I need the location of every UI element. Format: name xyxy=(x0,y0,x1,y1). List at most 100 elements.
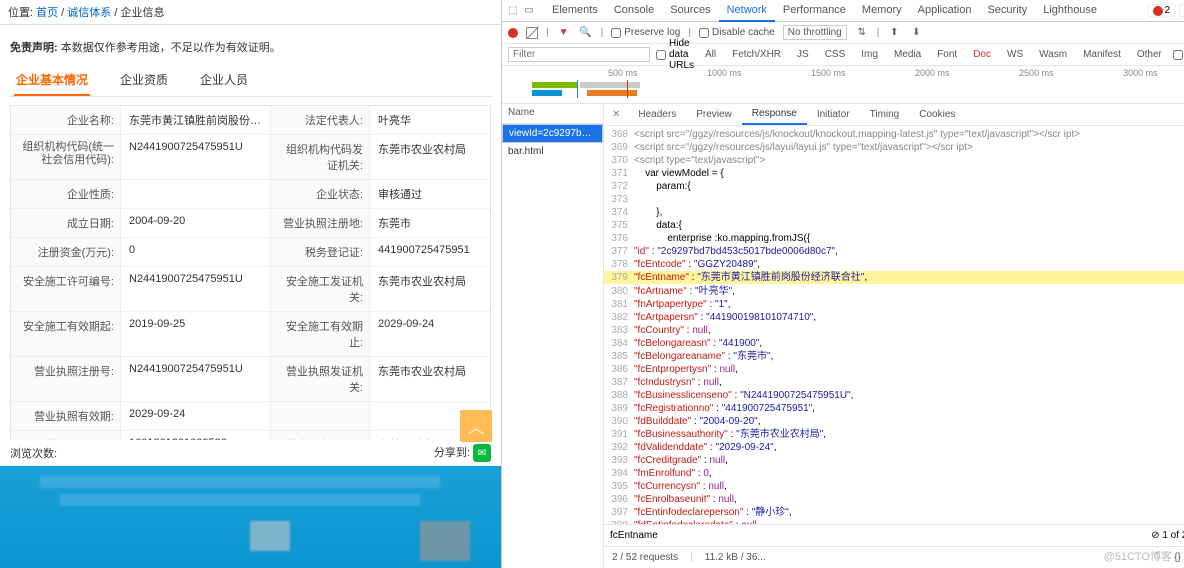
upload-icon[interactable]: ⬆ xyxy=(887,26,901,40)
val-safeauth: 东莞市农业农村局 xyxy=(370,267,490,311)
lbl-acct: 基本账户账号: xyxy=(11,431,121,440)
waterfall[interactable]: 500 ms 1000 ms 1500 ms 2000 ms 2500 ms 3… xyxy=(502,66,1184,104)
tab-elements[interactable]: Elements xyxy=(544,0,606,22)
detail-tabs: ✕ Headers Preview Response Initiator Tim… xyxy=(604,104,1184,126)
disclaimer-text: 本数据仅作参考用途，不足以作为有效证明。 xyxy=(61,42,281,54)
throttle-select[interactable]: No throttling xyxy=(783,25,847,40)
request-1[interactable]: viewId=2c9297bd7bd453... xyxy=(502,124,603,143)
device-icon[interactable]: ▭ xyxy=(522,4,536,18)
lbl-status: 企业状态: xyxy=(270,180,370,208)
pill-wasm[interactable]: Wasm xyxy=(1034,48,1072,61)
error-badge[interactable]: 2 xyxy=(1148,4,1175,17)
lbl-empty xyxy=(270,402,370,430)
tab-application[interactable]: Application xyxy=(910,0,980,22)
val-rep: 叶亮华 xyxy=(370,106,490,134)
scroll-top-button[interactable]: ︿ xyxy=(460,410,492,442)
pill-ws[interactable]: WS xyxy=(1002,48,1028,61)
dtab-timing[interactable]: Timing xyxy=(860,105,910,124)
pill-manifest[interactable]: Manifest xyxy=(1078,48,1126,61)
tab-security[interactable]: Security xyxy=(979,0,1035,22)
filter-icon[interactable]: ▼ xyxy=(557,26,571,40)
lbl-name: 企业名称: xyxy=(11,106,121,134)
tick: 1500 ms xyxy=(811,68,846,78)
lbl-regaddr: 营业执照注册地: xyxy=(270,209,370,237)
tick: 2000 ms xyxy=(915,68,950,78)
val-org: N2441900725475951U xyxy=(121,135,270,179)
tick: 3000 ms xyxy=(1123,68,1158,78)
lbl-nature: 企业性质: xyxy=(11,180,121,208)
tab-lighthouse[interactable]: Lighthouse xyxy=(1035,0,1105,22)
filter-row: Hide data URLs All Fetch/XHR JS CSS Img … xyxy=(502,44,1184,66)
pill-img[interactable]: Img xyxy=(856,48,883,61)
tick: 1000 ms xyxy=(707,68,742,78)
lbl-orgauth: 组织机构代码发证机关: xyxy=(270,135,370,179)
val-nature xyxy=(121,180,270,208)
val-orgauth: 东莞市农业农村局 xyxy=(370,135,490,179)
pill-media[interactable]: Media xyxy=(889,48,926,61)
pill-other[interactable]: Other xyxy=(1132,48,1167,61)
lbl-lic: 营业执照注册号: xyxy=(11,357,121,401)
footer-bar: 浏览次数: 分享到: ✉ xyxy=(0,440,501,467)
dtab-initiator[interactable]: Initiator xyxy=(807,105,860,124)
warn-badge-1[interactable]: 1 xyxy=(1179,4,1184,17)
val-status: 审核通过 xyxy=(370,180,490,208)
filter-input[interactable] xyxy=(508,47,650,62)
download-icon[interactable]: ⬇ xyxy=(909,26,923,40)
lbl-safe: 安全施工许可编号: xyxy=(11,267,121,311)
tab-memory[interactable]: Memory xyxy=(854,0,910,22)
lbl-licauth: 营业执照发证机关: xyxy=(270,357,370,401)
response-code[interactable]: 368<script src="/ggzy/resources/js/knock… xyxy=(604,126,1184,524)
pill-xhr[interactable]: Fetch/XHR xyxy=(727,48,786,61)
tab-performance[interactable]: Performance xyxy=(775,0,854,22)
disable-cache[interactable]: Disable cache xyxy=(699,27,775,38)
blurred-footer xyxy=(0,466,501,568)
pill-css[interactable]: CSS xyxy=(820,48,851,61)
tick: 500 ms xyxy=(608,68,638,78)
lbl-bank: 基本账户开户银行: xyxy=(270,431,370,440)
tab-console[interactable]: Console xyxy=(606,0,662,22)
tab-basic[interactable]: 企业基本情况 xyxy=(14,65,90,96)
lbl-capital: 注册资金(万元): xyxy=(11,238,121,266)
inspect-icon[interactable]: ⬚ xyxy=(506,4,520,18)
dtab-preview[interactable]: Preview xyxy=(686,105,742,124)
status-bar: 2 / 52 requests | 11.2 kB / 36... {} Lin… xyxy=(604,546,1184,568)
pill-doc[interactable]: Doc xyxy=(968,48,996,61)
val-safestart: 2019-09-25 xyxy=(121,312,270,356)
lbl-est: 成立日期: xyxy=(11,209,121,237)
search-icon[interactable]: 🔍 xyxy=(579,26,593,40)
pill-js[interactable]: JS xyxy=(792,48,814,61)
record-icon[interactable] xyxy=(508,28,518,38)
tick: 2500 ms xyxy=(1019,68,1054,78)
val-safe: N2441900725475951U xyxy=(121,267,270,311)
close-detail-icon[interactable]: ✕ xyxy=(604,109,628,120)
val-licexp: 2029-09-24 xyxy=(121,402,270,430)
breadcrumb-home[interactable]: 首页 xyxy=(36,7,58,19)
match-count: 1 of 2 xyxy=(1162,530,1184,541)
share-label: 分享到: xyxy=(434,447,470,459)
search-bar: ⊘ 1 of 2 ∧ ∨ Aa .* Cancel xyxy=(604,524,1184,546)
dtab-cookies[interactable]: Cookies xyxy=(909,105,965,124)
lbl-safestart: 安全施工有效期起: xyxy=(11,312,121,356)
wifi-icon[interactable]: ⇅ xyxy=(855,26,869,40)
tab-sources[interactable]: Sources xyxy=(662,0,718,22)
wechat-icon[interactable]: ✉ xyxy=(473,444,491,462)
tab-network[interactable]: Network xyxy=(719,0,775,22)
request-2[interactable]: bar.html xyxy=(502,143,603,160)
dtab-headers[interactable]: Headers xyxy=(628,105,686,124)
pill-all[interactable]: All xyxy=(700,48,721,61)
info-table: 企业名称:东莞市黄江镇胜前岗股份经济联合社法定代表人:叶亮华 组织机构代码(统一… xyxy=(10,105,491,440)
dtab-response[interactable]: Response xyxy=(742,104,807,125)
val-lic: N2441900725475951U xyxy=(121,357,270,401)
preserve-log[interactable]: Preserve log xyxy=(611,27,680,38)
search-input[interactable] xyxy=(610,530,742,541)
tab-qualification[interactable]: 企业资质 xyxy=(118,65,170,96)
info-tabs: 企业基本情况 企业资质 企业人员 xyxy=(10,65,491,97)
clear-icon[interactable] xyxy=(526,27,538,39)
name-header[interactable]: Name xyxy=(502,104,603,124)
val-capital: 0 xyxy=(121,238,270,266)
lbl-safeend: 安全施工有效期止: xyxy=(270,312,370,356)
lbl-tax: 税务登记证: xyxy=(270,238,370,266)
pill-font[interactable]: Font xyxy=(932,48,962,61)
breadcrumb-sys[interactable]: 诚信体系 xyxy=(67,7,111,19)
tab-personnel[interactable]: 企业人员 xyxy=(198,65,250,96)
